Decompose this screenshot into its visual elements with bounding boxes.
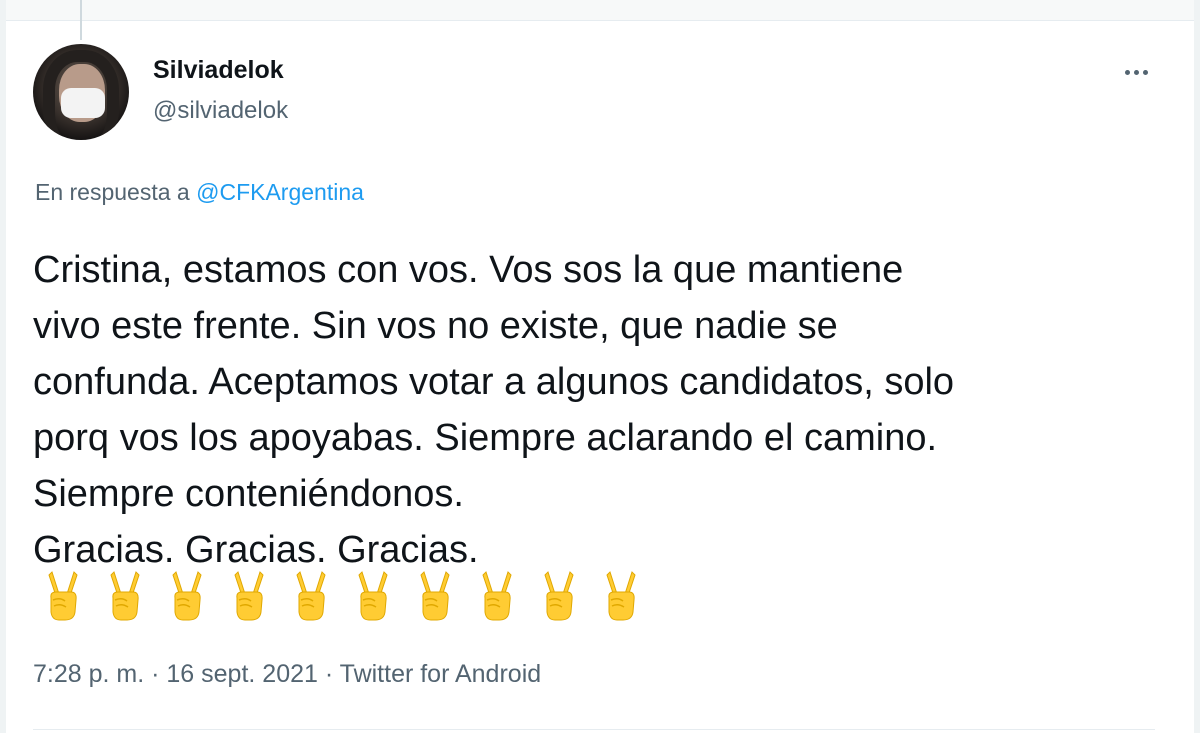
- more-dot: [1124, 69, 1130, 75]
- victory-hand-icon: [110, 571, 140, 621]
- tweet-text: Cristina, estamos con vos. Vos sos la qu…: [33, 249, 955, 571]
- page-frame-left: [0, 0, 6, 733]
- victory-hand-icon: [358, 571, 388, 621]
- meta-separator: ·: [317, 660, 340, 688]
- reply-mention-link[interactable]: @CFKArgentina: [196, 179, 364, 205]
- tweet-time-link[interactable]: 7:28 p. m.: [33, 660, 144, 688]
- victory-hand-icon: [172, 571, 202, 621]
- tweet-date-link[interactable]: 16 sept. 2021: [166, 660, 318, 688]
- victory-hand-icon: [606, 571, 636, 621]
- meta-separator: ·: [144, 660, 167, 688]
- victory-hand-icon: [482, 571, 512, 621]
- divider: [33, 729, 1155, 730]
- victory-hand-icon: [48, 571, 78, 621]
- more-dot: [1133, 69, 1139, 75]
- emoji-row: [44, 570, 640, 622]
- more-options-icon[interactable]: [1116, 60, 1156, 84]
- victory-hand-icon: [420, 571, 450, 621]
- page-frame-top: [6, 0, 1194, 21]
- victory-hand-icon: [296, 571, 326, 621]
- avatar-mask: [61, 88, 105, 118]
- victory-hand-icon: [234, 571, 264, 621]
- victory-hand-icon: [544, 571, 574, 621]
- thread-connector-line: [80, 0, 82, 40]
- display-name[interactable]: Silviadelok: [153, 56, 284, 85]
- avatar[interactable]: [33, 44, 129, 140]
- reply-prefix: En respuesta a: [35, 179, 197, 205]
- user-handle[interactable]: @silviadelok: [153, 97, 288, 125]
- tweet-source-link[interactable]: Twitter for Android: [340, 660, 541, 688]
- reply-context: En respuesta a @CFKArgentina: [35, 179, 364, 206]
- page-frame-right: [1194, 0, 1200, 733]
- more-dot: [1142, 69, 1148, 75]
- tweet-metadata: 7:28 p. m. · 16 sept. 2021 · Twitter for…: [33, 660, 541, 689]
